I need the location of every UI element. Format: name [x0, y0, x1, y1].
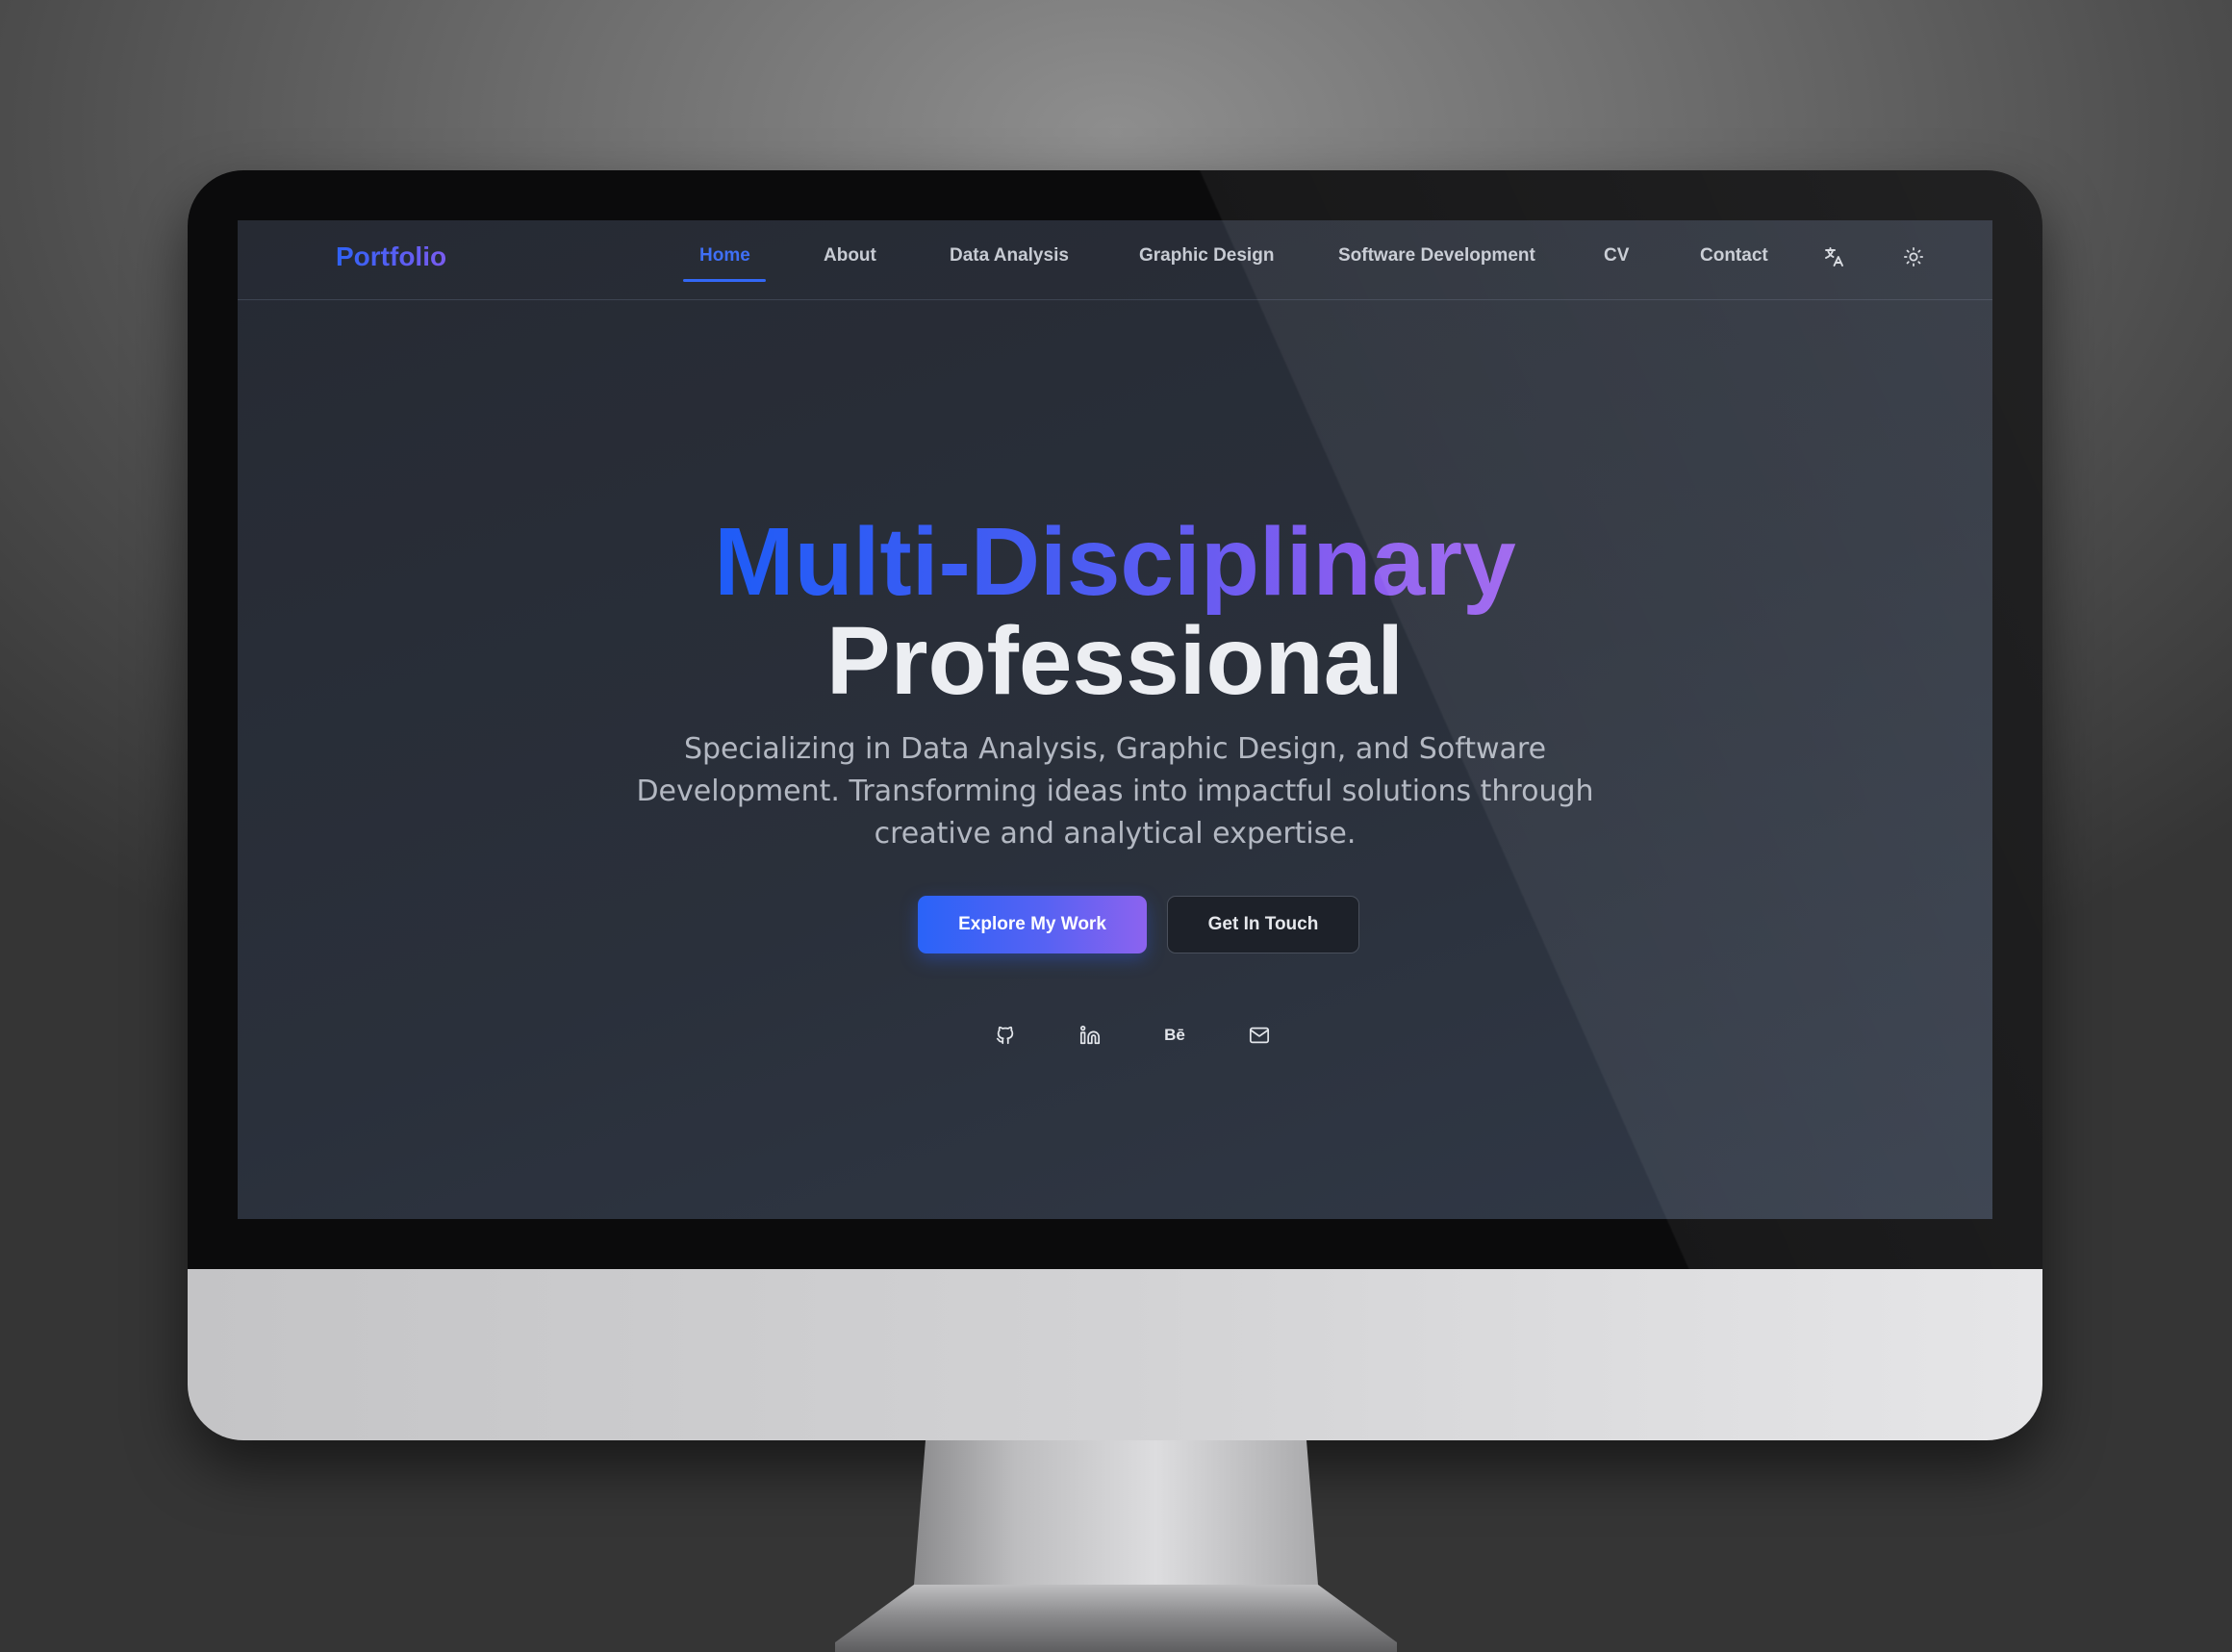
nav-item-data-analysis[interactable]: Data Analysis	[950, 245, 1069, 267]
behance-icon[interactable]: Bē	[1158, 1019, 1191, 1052]
nav-item-home[interactable]: Home	[699, 245, 750, 267]
nav-item-software-development[interactable]: Software Development	[1338, 245, 1535, 267]
nav-item-about[interactable]: About	[824, 245, 876, 267]
github-icon[interactable]	[989, 1019, 1022, 1052]
hero-title-line2: Professional	[825, 607, 1405, 715]
get-in-touch-button[interactable]: Get In Touch	[1167, 896, 1359, 953]
hero-title-line1: Multi-Disciplinary	[238, 509, 1992, 615]
navbar: Portfolio Home About Data Analysis Graph…	[238, 220, 1992, 300]
behance-glyph: Bē	[1164, 1026, 1185, 1044]
translate-icon[interactable]	[1818, 241, 1849, 272]
monitor-chin	[188, 1269, 2042, 1440]
nav-item-cv[interactable]: CV	[1604, 245, 1629, 267]
mail-icon[interactable]	[1243, 1019, 1276, 1052]
nav-item-graphic-design[interactable]: Graphic Design	[1139, 245, 1274, 267]
screen: Portfolio Home About Data Analysis Graph…	[238, 220, 1992, 1219]
nav-links: Home About Data Analysis Graphic Design …	[238, 220, 1992, 299]
hero-title-gradient: Multi-Disciplinary	[714, 508, 1516, 616]
nav-active-indicator	[683, 279, 766, 282]
monitor-stand-base	[835, 1585, 1397, 1652]
monitor: Portfolio Home About Data Analysis Graph…	[188, 170, 2042, 1440]
explore-my-work-button[interactable]: Explore My Work	[918, 896, 1147, 953]
monitor-stand-neck	[914, 1440, 1318, 1585]
sun-icon[interactable]	[1898, 241, 1929, 272]
linkedin-icon[interactable]	[1074, 1019, 1106, 1052]
hero-description: Specializing in Data Analysis, Graphic D…	[636, 732, 1594, 851]
nav-item-contact[interactable]: Contact	[1700, 245, 1768, 267]
